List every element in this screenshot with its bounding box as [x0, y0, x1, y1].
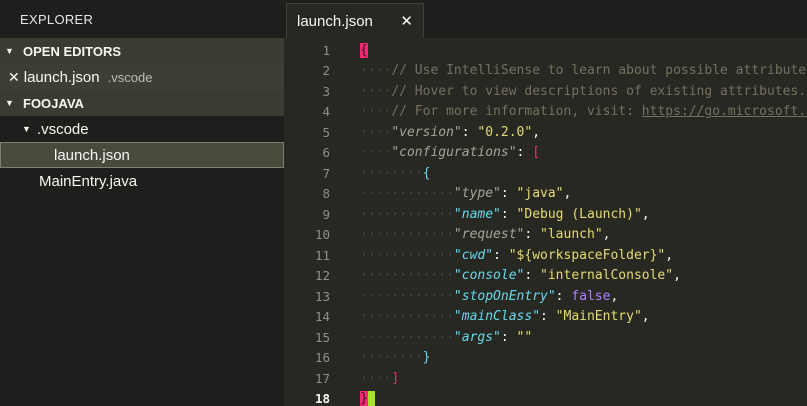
open-editor-folder: .vscode [107, 69, 153, 85]
tree-folder-vscode[interactable]: ▼ .vscode [0, 116, 284, 142]
close-icon[interactable]: ✕ [400, 12, 413, 30]
code-line: 11 ············ "cwd": "${workspaceFolder… [284, 245, 807, 266]
line-number: 18 [314, 391, 330, 406]
code-text: ············ "request": "launch", [360, 227, 611, 243]
line-number: 3 [322, 83, 330, 99]
line-number: 12 [314, 268, 330, 284]
code-text: ···· "configurations": [ [360, 145, 541, 161]
code-text: ············ "name": "Debug (Launch)", [360, 206, 650, 222]
folder-label: .vscode [36, 120, 89, 138]
line-number: 15 [314, 329, 330, 345]
code-text: { [360, 40, 368, 61]
file-label: launch.json [54, 146, 130, 164]
code-line: 17 ····] [284, 368, 807, 389]
code-line: 9 ············ "name": "Debug (Launch)", [284, 204, 807, 225]
code-line: 2 ····// Use IntelliSense to learn about… [284, 61, 807, 82]
tree-file-launch-json[interactable]: launch.json [0, 142, 284, 168]
code-text: ············ "console": "internalConsole"… [360, 268, 681, 284]
code-text: ············ "mainClass": "MainEntry", [360, 309, 650, 325]
explorer-title: EXPLORER [20, 11, 94, 27]
code-line: 16 ········} [284, 348, 807, 369]
code-line: 13 ············ "stopOnEntry": false, [284, 286, 807, 307]
code-line: 14 ············ "mainClass": "MainEntry", [284, 307, 807, 328]
tab-label: launch.json [297, 12, 373, 30]
tree-file-mainentry-java[interactable]: MainEntry.java [0, 168, 284, 194]
comment-link[interactable]: https://go.microsoft.com/fwlink/?linkid=… [642, 104, 807, 119]
line-number: 5 [322, 124, 330, 140]
tab-bar: launch.json ✕ [284, 0, 807, 38]
chevron-down-icon: ▼ [5, 98, 14, 108]
file-label: MainEntry.java [39, 172, 138, 190]
line-number: 8 [322, 186, 330, 202]
line-number: 2 [322, 63, 330, 79]
explorer-sidebar: EXPLORER ▼ OPEN EDITORS ✕ launch.json .v… [0, 0, 284, 406]
line-number: 11 [314, 247, 330, 263]
code-text: ········} [360, 350, 431, 366]
open-editor-filename: launch.json [23, 68, 100, 86]
code-text: ············ "type": "java", [360, 186, 572, 202]
close-icon[interactable]: ✕ [8, 69, 20, 86]
code-line: 4 ····// For more information, visit: ht… [284, 102, 807, 123]
line-number: 7 [322, 165, 330, 181]
code-text: ····// Hover to view descriptions of exi… [360, 83, 807, 99]
code-line: 5 ···· "version": "0.2.0", [284, 122, 807, 143]
chevron-down-icon: ▼ [22, 124, 31, 134]
code-line: 1 { [284, 40, 807, 61]
code-text: ···· "version": "0.2.0", [360, 124, 541, 140]
comment: // For more information, visit: [391, 104, 642, 120]
open-editor-item-launch-json[interactable]: ✕ launch.json .vscode [0, 64, 284, 90]
bracket-match: { [360, 42, 368, 58]
workspace-label: FOOJAVA [23, 95, 84, 111]
editor-area: launch.json ✕ 1 { 2 ····// Use IntelliSe… [284, 0, 807, 406]
code-line: 10 ············ "request": "launch", [284, 225, 807, 246]
line-number: 13 [314, 288, 330, 304]
code-text: ····// Use IntelliSense to learn about p… [360, 61, 807, 82]
open-editors-section-header[interactable]: ▼ OPEN EDITORS [0, 38, 284, 64]
line-number: 6 [322, 145, 330, 161]
code-text: ············ "cwd": "${workspaceFolder}", [360, 247, 674, 263]
code-text: ····] [360, 370, 400, 386]
code-text: ········{ [360, 165, 431, 181]
line-number: 1 [322, 42, 330, 58]
workspace-section-header[interactable]: ▼ FOOJAVA [0, 90, 284, 116]
code-text: } [360, 389, 375, 406]
code-line: 6 ···· "configurations": [ [284, 143, 807, 164]
code-line: 3 ····// Hover to view descriptions of e… [284, 81, 807, 102]
open-editors-label: OPEN EDITORS [23, 43, 122, 59]
line-number: 4 [322, 104, 330, 120]
code-line: 7 ········{ [284, 163, 807, 184]
code-text: ····// For more information, visit: http… [360, 102, 807, 123]
text-cursor [367, 390, 375, 406]
comment: // Use IntelliSense to learn about possi… [391, 63, 807, 79]
line-number: 10 [314, 227, 330, 243]
tab-launch-json[interactable]: launch.json ✕ [286, 3, 424, 38]
code-line-current: 18 } [284, 389, 807, 406]
line-number: 16 [314, 350, 330, 366]
code-line: 8 ············ "type": "java", [284, 184, 807, 205]
line-number: 17 [314, 370, 330, 386]
code-line: 12 ············ "console": "internalConso… [284, 266, 807, 287]
code-text: ············ "args": "" [360, 329, 533, 345]
chevron-down-icon: ▼ [5, 46, 14, 56]
vscode-window: EXPLORER ▼ OPEN EDITORS ✕ launch.json .v… [0, 0, 807, 406]
line-number: 9 [322, 206, 330, 222]
code-editor[interactable]: 1 { 2 ····// Use IntelliSense to learn a… [284, 40, 807, 406]
line-number: 14 [314, 309, 330, 325]
comment: // Hover to view descriptions of existin… [391, 83, 807, 99]
code-text: ············ "stopOnEntry": false, [360, 288, 619, 304]
code-line: 15 ············ "args": "" [284, 327, 807, 348]
bracket-match: } [360, 391, 368, 406]
